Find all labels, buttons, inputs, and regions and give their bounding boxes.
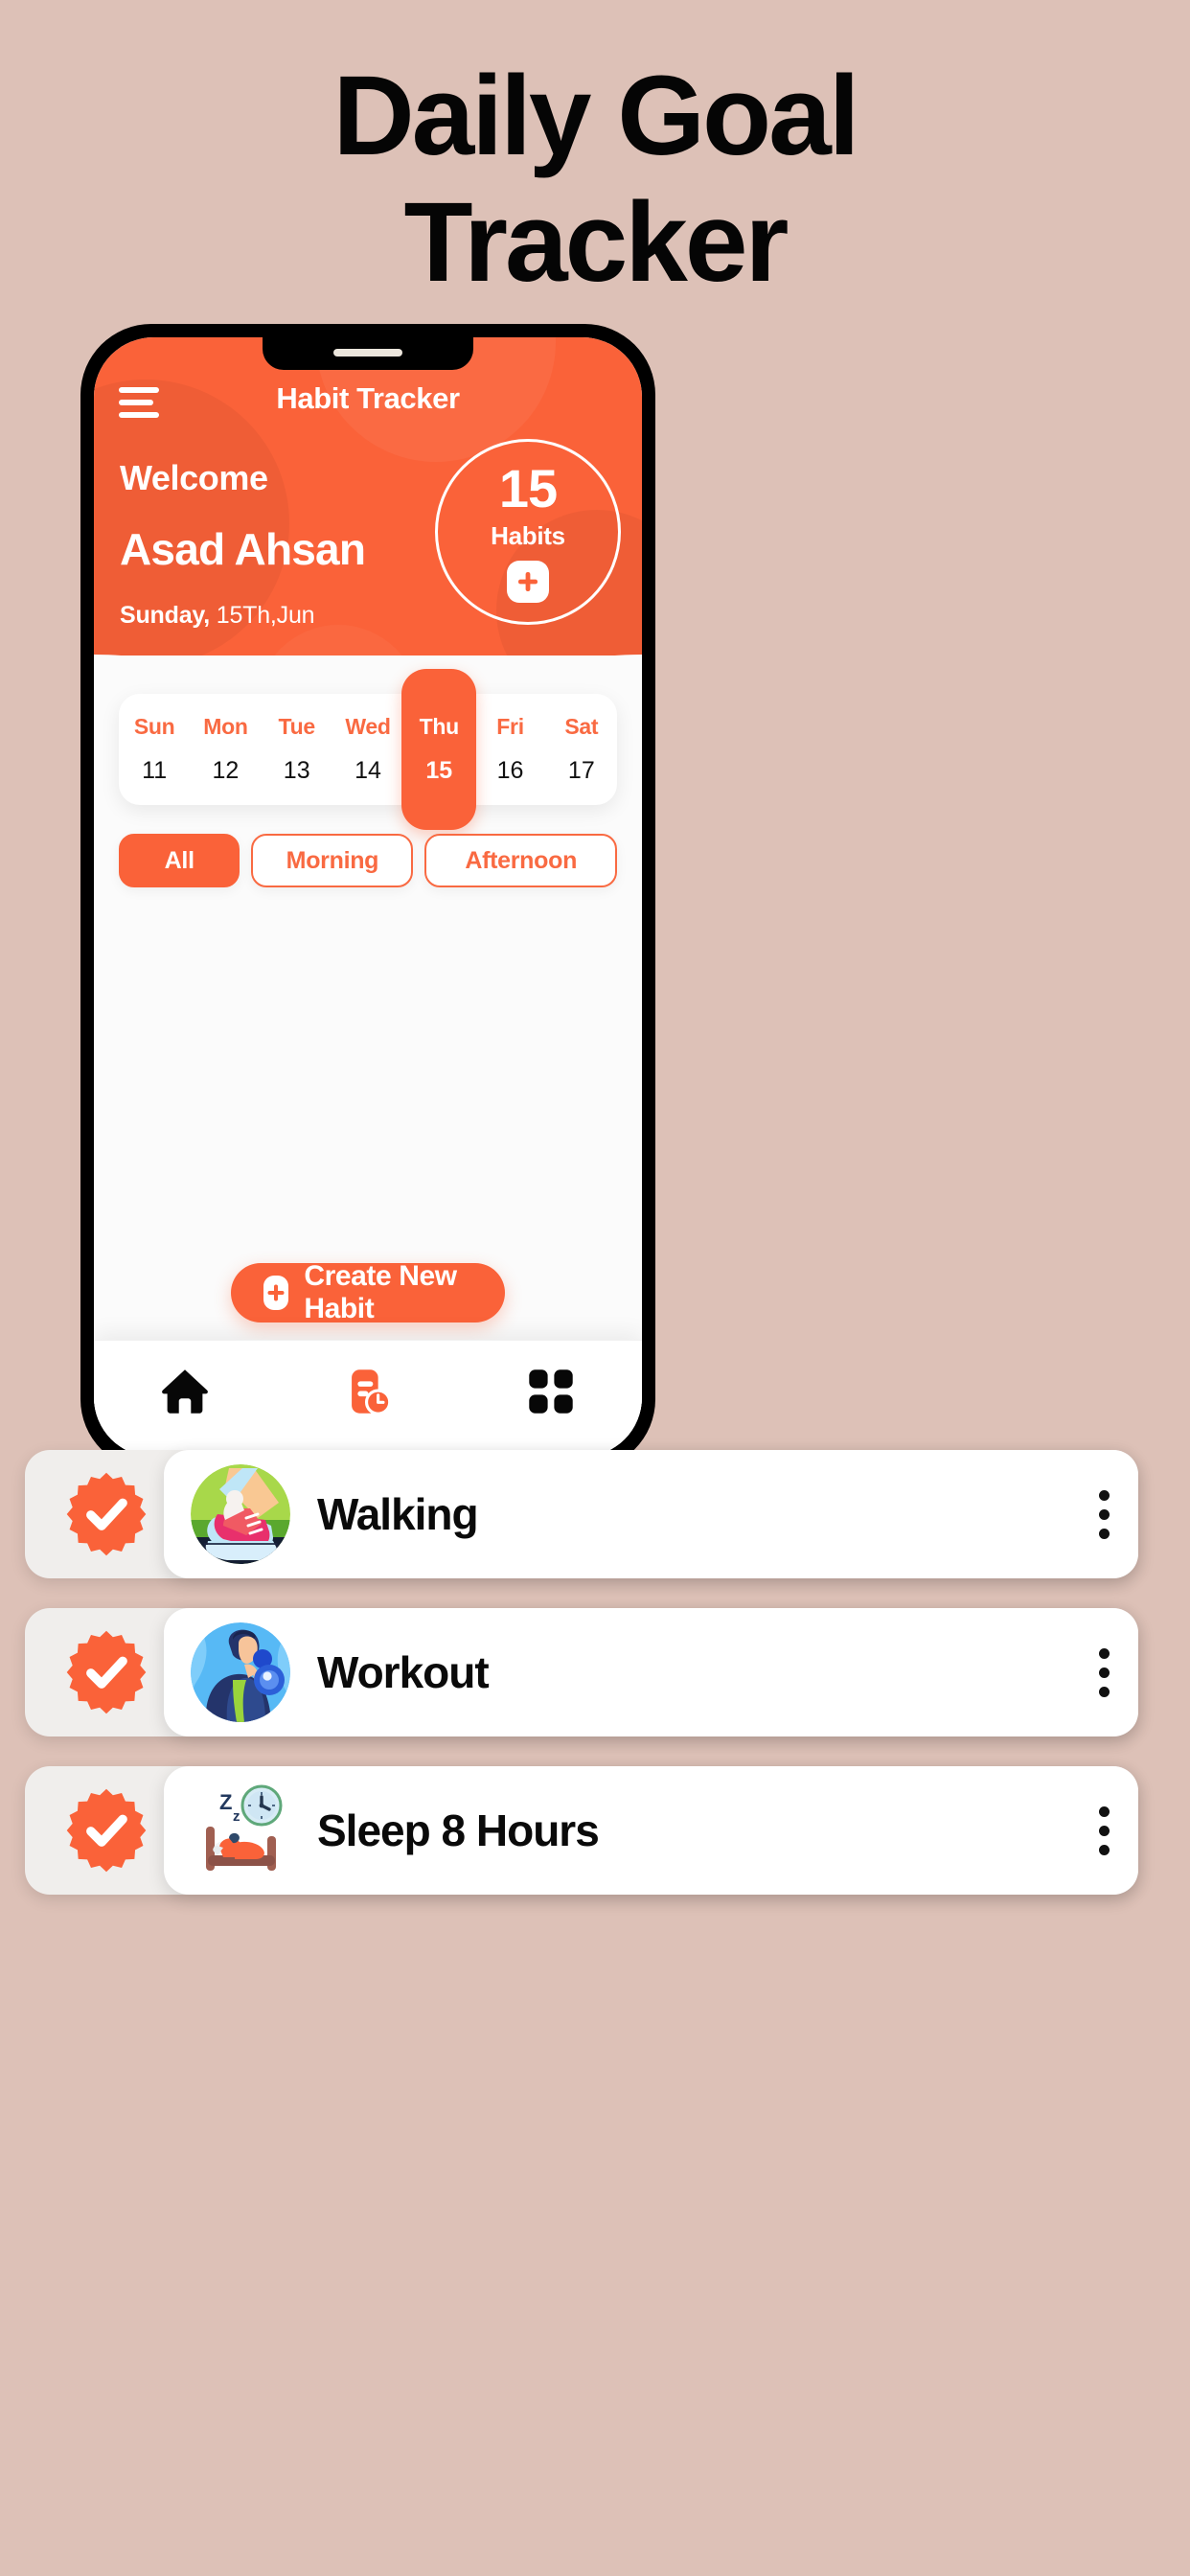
habit-card[interactable]: Z z Sleep 8 Hours	[164, 1766, 1138, 1895]
add-habit-button[interactable]	[507, 560, 549, 603]
plus-glyph	[267, 1284, 285, 1301]
phone-mockup: Habit Tracker Welcome Asad Ahsan Sunday,…	[80, 324, 655, 1470]
day-number: 11	[142, 757, 168, 784]
habit-row: Workout	[25, 1608, 1161, 1736]
task-clock-icon	[352, 1368, 392, 1415]
habit-thumb	[191, 1464, 290, 1564]
day-selection-pill	[401, 669, 477, 830]
habit-name: Walking	[317, 1489, 479, 1539]
create-new-habit-button[interactable]: Create New Habit	[231, 1260, 505, 1324]
day-name: Wed	[345, 714, 391, 739]
habit-list: Walking Workout Z z Sleep 8 Hours	[25, 1450, 1161, 1924]
bed-sleep-icon: Z z	[206, 1784, 283, 1871]
check-badge-icon	[66, 1788, 147, 1873]
sneaker-icon	[191, 1464, 290, 1564]
week-day-sat[interactable]: Sat 17	[546, 694, 617, 805]
kebab-dot	[1098, 1489, 1110, 1501]
filter-chip-morning[interactable]: Morning	[251, 834, 414, 887]
week-day-fri[interactable]: Fri 16	[474, 694, 545, 805]
day-number: 14	[355, 757, 381, 784]
week-calendar-strip: Sun 11 Mon 12 Tue 13 Wed 14 Thu 15 Fri 1…	[119, 669, 617, 830]
week-day-tue[interactable]: Tue 13	[262, 694, 332, 805]
kebab-dot	[1098, 1825, 1110, 1836]
check-badge-icon	[66, 1472, 147, 1556]
svg-text:Z: Z	[219, 1790, 232, 1814]
sheet-wave-divider	[94, 655, 642, 695]
kebab-dot	[1098, 1528, 1110, 1539]
habit-count-label: Habits	[491, 520, 565, 550]
plus-icon	[518, 571, 538, 591]
day-name: Sat	[564, 714, 599, 739]
nav-item-grid[interactable]	[459, 1364, 642, 1435]
content-sheet: Sun 11 Mon 12 Tue 13 Wed 14 Thu 15 Fri 1…	[94, 655, 642, 1457]
app-topbar: Habit Tracker	[94, 380, 642, 426]
welcome-label: Welcome	[120, 458, 268, 497]
habit-row: Walking	[25, 1450, 1161, 1578]
welcome-block: Welcome Asad Ahsan Sunday, 15Th,Jun	[120, 458, 366, 630]
phone-screen: Habit Tracker Welcome Asad Ahsan Sunday,…	[94, 337, 642, 1457]
day-number: 17	[567, 757, 595, 784]
filter-chip-group: All Morning Afternoon	[119, 834, 617, 887]
habit-name: Sleep 8 Hours	[317, 1806, 600, 1855]
app-title: Habit Tracker	[276, 381, 460, 415]
habit-thumb	[191, 1622, 290, 1722]
user-name: Asad Ahsan	[120, 524, 366, 574]
habit-row: Z z Sleep 8 Hours	[25, 1766, 1161, 1895]
habit-completed-badge[interactable]	[63, 1629, 149, 1715]
day-name: Sun	[133, 714, 175, 739]
day-number: 13	[283, 757, 310, 784]
habit-completed-badge[interactable]	[63, 1787, 149, 1874]
habit-menu-button[interactable]	[1098, 1806, 1110, 1855]
filter-chip-afternoon[interactable]: Afternoon	[424, 834, 617, 887]
kebab-dot	[1098, 1806, 1110, 1817]
day-name: Thu	[419, 714, 460, 739]
phone-notch	[263, 337, 473, 370]
day-name: Mon	[203, 714, 248, 739]
habit-count-value: 15	[498, 457, 558, 518]
plus-icon	[263, 1276, 289, 1310]
page-title: Daily Goal Tracker	[0, 59, 1190, 299]
dumbbell-person-icon	[191, 1622, 290, 1722]
nav-item-tasks[interactable]	[277, 1364, 460, 1435]
day-name: Tue	[278, 714, 316, 739]
habit-thumb: Z z	[191, 1781, 290, 1880]
nav-item-home[interactable]	[94, 1364, 277, 1435]
date-weekday: Sunday,	[120, 602, 210, 629]
app-header: Habit Tracker Welcome Asad Ahsan Sunday,…	[94, 337, 642, 694]
date-daymonth: 15Th,Jun	[216, 602, 315, 629]
grid-icon	[528, 1368, 573, 1414]
notch-speaker	[333, 349, 402, 356]
date-line: Sunday, 15Th,Jun	[120, 602, 365, 630]
bottom-navigation-bar	[94, 1340, 642, 1457]
week-day-thu[interactable]: Thu 15	[401, 669, 477, 830]
create-new-habit-label: Create New Habit	[304, 1260, 457, 1324]
kebab-dot	[1098, 1508, 1110, 1520]
kebab-dot	[1098, 1844, 1110, 1855]
page-title-line-1: Daily Goal	[332, 53, 859, 179]
day-number: 16	[496, 757, 524, 784]
habit-card[interactable]: Walking	[164, 1450, 1138, 1578]
day-number: 12	[212, 757, 240, 784]
kebab-dot	[1098, 1667, 1110, 1678]
check-badge-icon	[66, 1630, 147, 1714]
habit-menu-button[interactable]	[1098, 1489, 1110, 1539]
kebab-dot	[1098, 1647, 1110, 1659]
week-day-wed[interactable]: Wed 14	[332, 694, 403, 805]
habit-count-ring: 15 Habits	[435, 439, 621, 625]
week-day-sun[interactable]: Sun 11	[119, 694, 190, 805]
habit-completed-badge[interactable]	[63, 1471, 149, 1557]
habit-card[interactable]: Workout	[164, 1608, 1138, 1736]
kebab-dot	[1098, 1686, 1110, 1697]
day-number: 15	[425, 757, 453, 784]
day-name: Fri	[496, 714, 524, 739]
svg-text:z: z	[233, 1808, 240, 1825]
habit-menu-button[interactable]	[1098, 1647, 1110, 1697]
week-day-mon[interactable]: Mon 12	[190, 694, 261, 805]
habit-name: Workout	[317, 1647, 490, 1697]
home-icon	[162, 1368, 209, 1414]
filter-chip-all[interactable]: All	[119, 834, 240, 887]
page-title-line-2: Tracker	[403, 179, 790, 306]
